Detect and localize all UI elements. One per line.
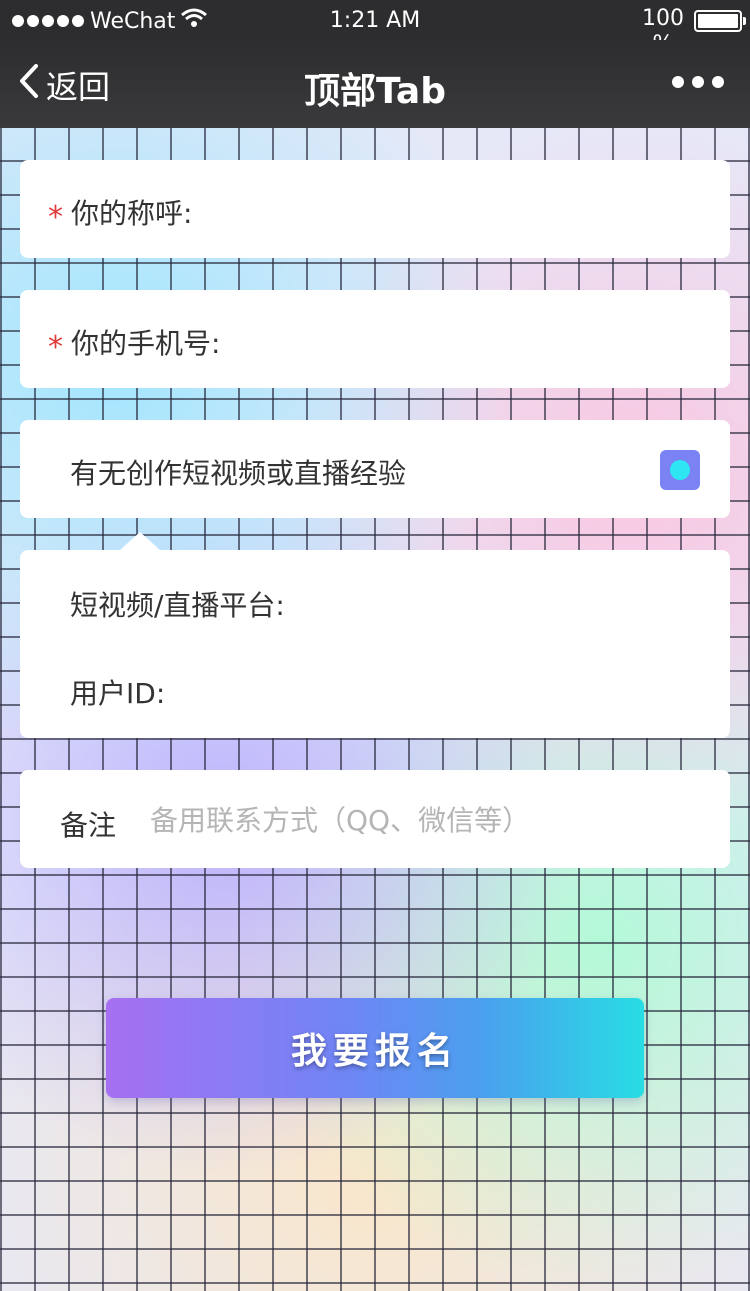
phone-field-card[interactable]: * 你的手机号: [20, 290, 730, 388]
user-id-field[interactable]: 用户ID: [70, 672, 165, 712]
remark-input[interactable] [150, 798, 710, 842]
ellipsis-dot [672, 76, 684, 88]
name-field-label: * 你的称呼: [48, 197, 193, 235]
battery-icon [694, 10, 746, 32]
status-bar: WeChat 1:21 AM 100 % [0, 0, 750, 57]
experience-label: 有无创作短视频或直播经验 [70, 457, 407, 490]
required-asterisk-icon: * [48, 330, 63, 365]
experience-toggle[interactable] [660, 450, 700, 490]
phone-field-label: * 你的手机号: [48, 327, 221, 365]
status-time: 1:21 AM [329, 8, 421, 33]
navigation-bar: 返回 顶部Tab [0, 40, 750, 128]
ellipsis-dot [712, 76, 724, 88]
name-field-card[interactable]: * 你的称呼: [20, 160, 730, 258]
register-button[interactable]: 我要报名 [106, 998, 644, 1098]
required-asterisk-icon: * [48, 200, 63, 235]
remark-field-card: 备注 [20, 770, 730, 868]
page-title: 顶部Tab [304, 71, 446, 112]
more-button[interactable] [672, 76, 724, 88]
platform-details-card: 短视频/直播平台: 用户ID: [20, 550, 730, 738]
toggle-knob [670, 460, 690, 480]
experience-toggle-card: 有无创作短视频或直播经验 [20, 420, 730, 518]
remark-label: 备注 [60, 809, 117, 842]
platform-field[interactable]: 短视频/直播平台: [70, 584, 285, 624]
ellipsis-dot [692, 76, 704, 88]
popover-arrow [120, 532, 160, 550]
